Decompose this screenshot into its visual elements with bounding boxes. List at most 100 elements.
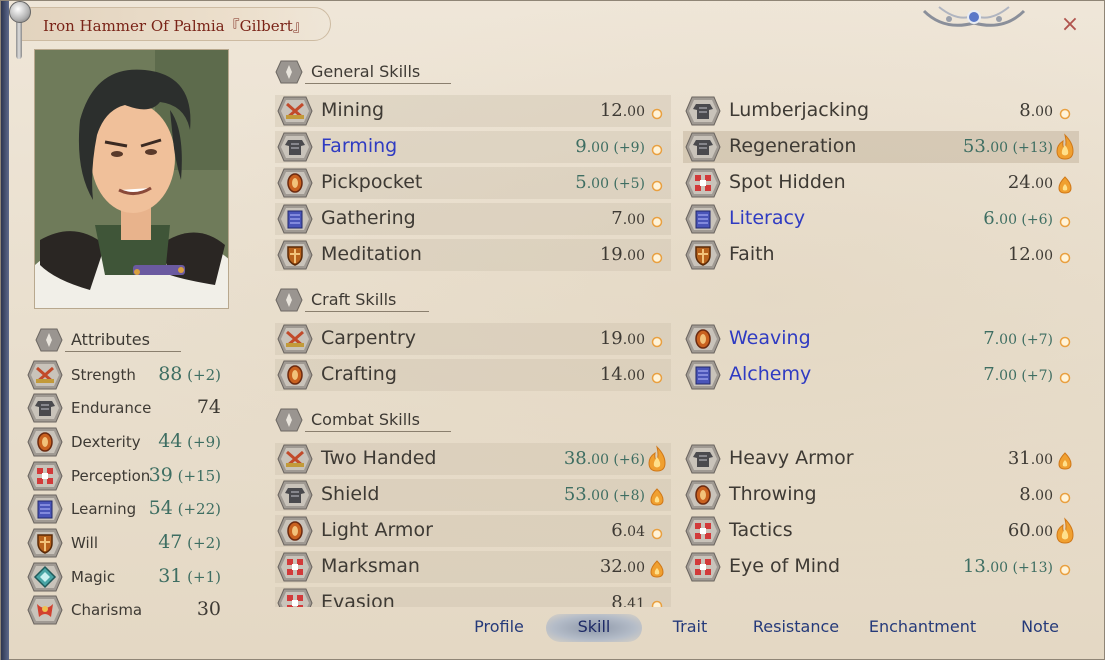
skill-value-decimal: .00 [985,140,1009,156]
skill-value-decimal: .00 [994,332,1017,348]
skill-row-lumberjacking[interactable]: Lumberjacking 8.00 [683,95,1079,127]
swords-icon [27,360,63,390]
pin-icon [7,1,33,61]
skill-bonus: (+6) [608,452,645,468]
armor-icon [277,132,313,162]
section-underline [305,431,451,432]
tab-resistance[interactable]: Resistance [746,617,846,636]
skill-name: Marksman [321,555,420,577]
attribute-value: 39 (+15) [148,464,221,486]
skill-row-pickpocket[interactable]: Pickpocket 5.00 (+5) [275,167,671,199]
attribute-bonus: (+22) [172,500,221,518]
armor-icon [277,480,313,510]
skill-name: Throwing [729,483,817,505]
tab-profile[interactable]: Profile [459,617,539,636]
skill-name: Heavy Armor [729,447,854,469]
close-button[interactable]: × [1059,14,1081,36]
gem-icon [685,324,721,354]
attribute-value: 31 (+1) [158,565,221,587]
potential-flame-icon [645,445,669,473]
potential-flame-icon [645,589,669,607]
rune-icon [27,562,63,592]
attribute-row-perception: Perception 39 (+15) [27,460,227,492]
section-header-label: General Skills [311,62,421,81]
dots-icon [277,552,313,582]
skill-value: 53.00 (+13) [962,136,1053,157]
skill-name: Literacy [729,207,806,229]
skill-value: 19.00 [599,244,645,265]
skill-row-throwing[interactable]: Throwing 8.00 [683,479,1079,511]
skill-value-decimal: .00 [622,560,645,576]
armor-icon [27,393,63,423]
skill-row-literacy[interactable]: Literacy 6.00 (+6) [683,203,1079,235]
potential-flame-icon [1053,361,1077,389]
window-edge [1,1,9,660]
attribute-row-learning: Learning 54 (+22) [27,493,227,525]
skill-name: Alchemy [729,363,812,385]
skill-row-spot-hidden[interactable]: Spot Hidden 24.00 [683,167,1079,199]
skill-row-carpentry[interactable]: Carpentry 19.00 [275,323,671,355]
skill-row-light-armor[interactable]: Light Armor 6.04 [275,515,671,547]
skill-name: Gathering [321,207,416,229]
skill-value: 7.00 (+7) [983,328,1053,349]
tab-trait[interactable]: Trait [655,617,725,636]
section-marker-icon [275,60,303,84]
potential-flame-icon [1053,445,1077,473]
skill-row-heavy-armor[interactable]: Heavy Armor 31.00 [683,443,1079,475]
skill-row-mining[interactable]: Mining 12.00 [275,95,671,127]
skill-row-faith[interactable]: Faith 12.00 [683,239,1079,271]
shield-icon [277,240,313,270]
attribute-row-endurance: Endurance 74 [27,392,227,424]
attribute-value: 88 (+2) [158,363,221,385]
attribute-row-magic: Magic 31 (+1) [27,561,227,593]
skill-row-weaving[interactable]: Weaving 7.00 (+7) [683,323,1079,355]
skill-row-two-handed[interactable]: Two Handed 38.00 (+6) [275,443,671,475]
swords-icon [277,96,313,126]
potential-flame-icon [645,517,669,545]
potential-flame-icon [1053,325,1077,353]
tab-enchantment[interactable]: Enchantment [865,617,980,636]
skill-value: 53.00 (+8) [563,484,645,505]
potential-flame-icon [1053,241,1077,269]
tab-note[interactable]: Note [1009,617,1071,636]
skill-row-crafting[interactable]: Crafting 14.00 [275,359,671,391]
skill-bonus: (+8) [608,488,645,504]
skill-name: Crafting [321,363,397,385]
attribute-name: Dexterity [71,433,141,451]
potential-flame-icon [645,205,669,233]
skill-name: Meditation [321,243,422,265]
skill-row-farming[interactable]: Farming 9.00 (+9) [275,131,671,163]
potential-flame-icon [645,361,669,389]
potential-flame-icon [1053,169,1077,197]
skill-row-alchemy[interactable]: Alchemy 7.00 (+7) [683,359,1079,391]
skill-row-regeneration[interactable]: Regeneration 53.00 (+13) [683,131,1079,163]
section-header-label: Craft Skills [311,290,397,309]
skill-value: 8.41 [611,592,645,607]
skill-name: Regeneration [729,135,857,157]
skill-value-decimal: .00 [1030,104,1053,120]
skill-name: Eye of Mind [729,555,841,577]
attributes-header-label: Attributes [71,330,150,349]
skill-value-decimal: .00 [1030,452,1053,468]
attribute-bonus: (+2) [182,534,221,552]
skill-bonus: (+7) [1016,368,1053,384]
attribute-value: 54 (+22) [148,497,221,519]
potential-flame-icon [645,97,669,125]
skill-row-shield[interactable]: Shield 53.00 (+8) [275,479,671,511]
skill-value-decimal: .00 [622,368,645,384]
section-underline [65,351,181,352]
skill-name: Mining [321,99,385,121]
skill-name: Shield [321,483,380,505]
skill-value-decimal: .00 [985,560,1009,576]
skill-row-tactics[interactable]: Tactics 60.00 [683,515,1079,547]
skill-row-eye-of-mind[interactable]: Eye of Mind 13.00 (+13) [683,551,1079,583]
skill-row-meditation[interactable]: Meditation 19.00 [275,239,671,271]
section-marker-icon [275,408,303,432]
skill-row-marksman[interactable]: Marksman 32.00 [275,551,671,583]
skill-row-gathering[interactable]: Gathering 7.00 [275,203,671,235]
armor-icon [685,444,721,474]
skill-row-evasion[interactable]: Evasion 8.41 [275,587,671,607]
tab-skill[interactable]: Skill [553,617,635,636]
attribute-name: Charisma [71,601,143,619]
attribute-row-strength: Strength 88 (+2) [27,359,227,391]
